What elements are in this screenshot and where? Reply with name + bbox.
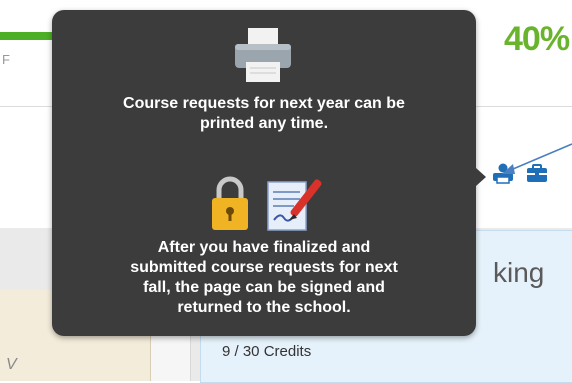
course-card-title: king [493, 257, 545, 288]
printer-icon [235, 28, 291, 82]
action-icons [492, 162, 548, 184]
tooltip-print-message: Course requests for next year can be prin… [123, 95, 405, 132]
tooltip: Course requests for next year can be prin… [52, 10, 486, 336]
progress-tick-label: F [2, 52, 10, 67]
tooltip-pointer [476, 168, 486, 186]
progress-percent: 40% [504, 20, 570, 58]
tooltip-sign-message: After you have finalized and submitted co… [130, 239, 398, 316]
left-card-letter: V [6, 356, 17, 373]
sign-document-icon [267, 179, 322, 231]
credits-label: 9 / 30 Credits [222, 343, 312, 360]
printer-icon[interactable] [492, 162, 514, 184]
briefcase-icon[interactable] [526, 162, 548, 184]
lock-icon [212, 176, 248, 230]
